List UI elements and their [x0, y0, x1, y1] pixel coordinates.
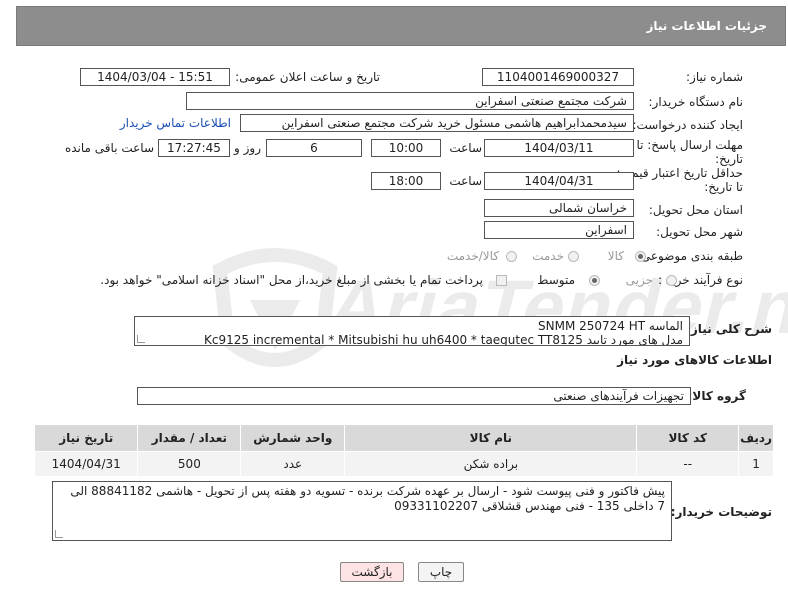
goods-group-field[interactable]: تجهیزات فرآیندهای صنعتی: [137, 387, 691, 405]
category-option-service: خدمت: [532, 249, 564, 263]
col-row: ردیف: [738, 424, 774, 452]
deadline-time-field[interactable]: 10:00: [371, 139, 441, 157]
remaining-time-field[interactable]: 17:27:45: [158, 139, 230, 157]
col-unit: واحد شمارش: [240, 424, 346, 452]
category-label: طبقه بندی موضوعی:: [636, 249, 743, 263]
payment-checkbox[interactable]: [496, 275, 507, 286]
days-field[interactable]: 6: [266, 139, 362, 157]
buyer-contact-link[interactable]: اطلاعات تماس خریدار: [120, 116, 231, 130]
resize-handle-icon[interactable]: [55, 530, 63, 538]
city-field[interactable]: اسفراین: [484, 221, 634, 239]
validity-time-field[interactable]: 18:00: [371, 172, 441, 190]
payment-note: پرداخت تمام یا بخشی از مبلغ خرید،از محل …: [100, 273, 483, 287]
process-radio-medium[interactable]: [589, 275, 600, 286]
category-radio-service[interactable]: [568, 251, 579, 262]
goods-table: ردیف کد کالا نام کالا واحد شمارش تعداد /…: [33, 424, 774, 477]
deadline-label-line2: تاریخ:: [715, 152, 743, 166]
back-button[interactable]: بازگشت: [340, 562, 404, 582]
province-field[interactable]: خراسان شمالی: [484, 199, 634, 217]
category-radio-goods[interactable]: [635, 251, 646, 262]
process-radio-minor[interactable]: [666, 275, 677, 286]
requester-field[interactable]: سیدمحمدابراهیم هاشمی مسئول خرید شرکت مجت…: [240, 114, 634, 132]
cell-qty: 500: [137, 451, 242, 477]
cell-date: 1404/04/31: [33, 451, 139, 477]
print-button[interactable]: چاپ: [418, 562, 464, 582]
cell-row: 1: [738, 451, 774, 477]
province-label: استان محل تحویل:: [648, 203, 743, 217]
buyer-org-field[interactable]: شرکت مجتمع صنعتی اسفراین: [186, 92, 634, 110]
cell-code: --: [636, 451, 740, 477]
announce-field[interactable]: 1404/03/04 - 15:51: [80, 68, 230, 86]
goods-section-title: اطلاعات کالاهای مورد نیاز: [617, 353, 772, 367]
need-number-field[interactable]: 1104001469000327: [482, 68, 634, 86]
description-textarea[interactable]: الماسه SNMM 250724 HT مدل های مورد تایید…: [134, 316, 690, 346]
resize-handle-icon[interactable]: [137, 335, 145, 343]
watermark-shield-icon: [212, 248, 338, 367]
description-line1: الماسه SNMM 250724 HT: [538, 319, 683, 333]
page-title: جزئیات اطلاعات نیاز: [646, 19, 767, 33]
buyer-notes-textarea[interactable]: پیش فاکتور و فنی پیوست شود - ارسال بر عه…: [52, 481, 672, 541]
category-option-goods: کالا: [607, 249, 624, 263]
header-bar: جزئیات اطلاعات نیاز: [16, 6, 786, 46]
announce-label: تاریخ و ساعت اعلان عمومی:: [235, 70, 380, 84]
buyer-notes-label: توضیحات خریدار:: [670, 505, 772, 519]
cell-name: براده شکن: [344, 451, 638, 477]
remaining-label: ساعت باقی مانده: [64, 141, 154, 155]
category-option-both: کالا/خدمت: [446, 249, 499, 263]
process-option-minor: جزیی: [625, 273, 653, 287]
deadline-time-label: ساعت: [449, 141, 482, 155]
days-label: روز و: [234, 141, 261, 155]
city-label: شهر محل تحویل:: [656, 225, 743, 239]
category-radio-both[interactable]: [506, 251, 517, 262]
validity-label-line2: تا تاریخ:: [704, 180, 743, 194]
process-option-medium: متوسط: [537, 273, 575, 287]
description-line2: مدل های مورد تایید Kc9125 incremental * …: [204, 333, 683, 346]
validity-time-label: ساعت: [449, 174, 482, 188]
validity-label-line1: حداقل تاریخ اعتبار قیمت:: [616, 166, 743, 180]
description-label: شرح کلی نیاز:: [686, 322, 772, 336]
validity-date-field[interactable]: 1404/04/31: [484, 172, 634, 190]
buyer-notes-text: پیش فاکتور و فنی پیوست شود - ارسال بر عه…: [70, 484, 665, 513]
col-date: تاریخ نیاز: [33, 424, 139, 452]
col-name: نام کالا: [344, 424, 638, 452]
col-code: کد کالا: [636, 424, 740, 452]
deadline-label-line1: مهلت ارسال پاسخ: تا: [636, 138, 743, 152]
buyer-org-label: نام دستگاه خریدار:: [648, 95, 744, 109]
goods-group-label: گروه کالا:: [687, 389, 746, 403]
col-qty: تعداد / مقدار: [137, 424, 242, 452]
deadline-date-field[interactable]: 1404/03/11: [484, 139, 634, 157]
need-number-label: شماره نیاز:: [686, 70, 743, 84]
goods-table-header: ردیف کد کالا نام کالا واحد شمارش تعداد /…: [33, 424, 774, 452]
table-row[interactable]: 1 -- براده شکن عدد 500 1404/04/31: [33, 451, 774, 477]
requester-label: ایجاد کننده درخواست:: [632, 118, 743, 132]
cell-unit: عدد: [240, 451, 346, 477]
